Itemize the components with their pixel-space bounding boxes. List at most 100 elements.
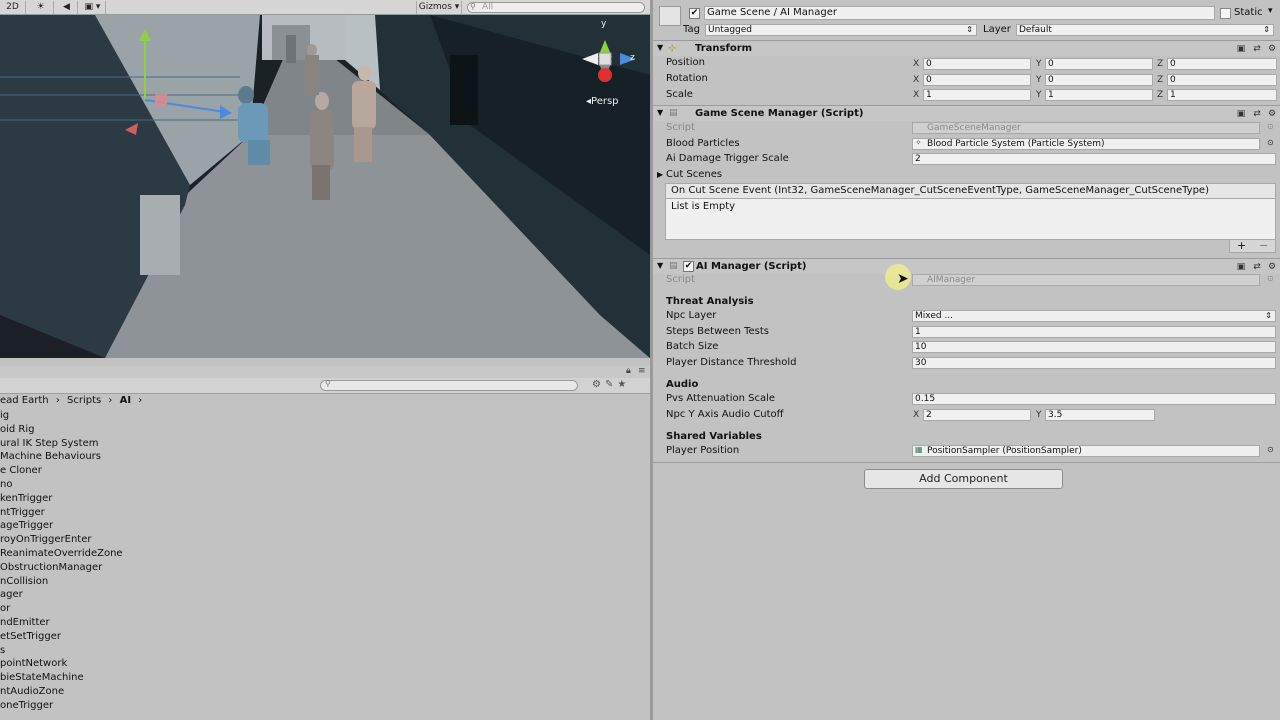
panel-menu-icon[interactable]: ≡ [638,366,646,376]
project-search-input[interactable]: ⚲ [320,379,578,391]
projection-label[interactable]: ◂Persp [586,96,619,107]
event-list-empty: List is Empty [665,199,1276,240]
preset-icon[interactable]: ⇄ [1252,44,1262,54]
scale-z-field[interactable]: 1 [1167,89,1277,101]
axis-x-label: X [913,59,920,69]
list-item[interactable]: bieStateMachine [0,671,650,685]
list-item[interactable]: ndEmitter [0,616,650,630]
steps-field[interactable]: 1 [912,326,1276,338]
cutoff-x-field[interactable]: 2 [923,409,1031,421]
lighting-toggle-icon[interactable]: ☀ [28,1,54,14]
rotation-x-field[interactable]: 0 [923,74,1031,86]
blood-particles-field[interactable]: Blood Particle System (Particle System) [912,138,1260,150]
breadcrumb-item[interactable]: ead Earth [0,395,49,406]
preset-icon[interactable]: ⇄ [1252,262,1262,272]
gizmos-dropdown[interactable]: Gizmos ▾ [416,1,462,14]
scale-x-field[interactable]: 1 [923,89,1031,101]
rotation-z-field[interactable]: 0 [1167,74,1277,86]
2d-toggle-button[interactable]: 2D [0,1,26,14]
list-item[interactable]: e Cloner [0,464,650,478]
transform-header[interactable]: ▼ ⊹ Transform ▣ ⇄ ⚙ [653,40,1280,56]
effects-dropdown-icon[interactable]: ▣ ▾ [80,1,106,14]
foldout-arrow-icon[interactable]: ▼ [657,108,663,117]
breadcrumb-item[interactable]: Scripts [67,395,101,406]
list-item[interactable]: oneTrigger [0,699,650,713]
list-item[interactable]: ager [0,588,650,602]
enabled-checkbox[interactable]: ✔ [683,261,694,272]
list-item[interactable]: ig [0,409,650,423]
audio-toggle-icon[interactable]: ◀ [56,1,78,14]
list-item[interactable]: s [0,644,650,658]
blood-particles-label: Blood Particles [666,138,740,149]
tag-dropdown[interactable]: Untagged ⇕ [705,24,977,36]
object-picker-icon[interactable]: ⊙ [1267,138,1274,147]
help-icon[interactable]: ▣ [1236,109,1246,119]
script-label: Script [666,122,696,133]
list-item[interactable]: no [0,478,650,492]
scale-y-field[interactable]: 1 [1045,89,1153,101]
object-picker-icon: ⊙ [1267,122,1274,131]
static-checkbox[interactable] [1220,8,1231,19]
layer-dropdown[interactable]: Default ⇕ [1016,24,1274,36]
help-icon[interactable]: ▣ [1236,262,1246,272]
object-picker-icon[interactable]: ⊙ [1267,445,1274,454]
gear-icon[interactable]: ⚙ [1267,44,1277,54]
cut-scenes-foldout[interactable]: Cut Scenes [666,168,722,182]
ai-manager-header[interactable]: ▼ ▤ ✔ AI Manager (Script) ▣ ⇄ ⚙ [653,258,1280,274]
position-y-field[interactable]: 0 [1045,58,1153,70]
static-dropdown-icon[interactable]: ▾ [1268,6,1273,16]
help-icon[interactable]: ▣ [1236,44,1246,54]
list-item[interactable]: nCollision [0,575,650,589]
cutoff-y-field[interactable]: 3.5 [1045,409,1155,421]
mouse-cursor-icon: ➤ [897,271,909,287]
transform-icon: ⊹ [668,43,677,54]
npc-layer-dropdown[interactable]: Mixed ... ⇕ [912,310,1276,322]
preset-icon[interactable]: ⇄ [1252,109,1262,119]
active-checkbox[interactable]: ✔ [689,8,700,19]
filter-icons[interactable]: ⚙✎★ [592,379,646,392]
list-item[interactable]: ural IK Step System [0,437,650,451]
scene-search-input[interactable]: All [467,2,645,13]
list-item[interactable]: royOnTriggerEnter [0,533,650,547]
scene-toolbar: 2D ☀ ◀ ▣ ▾ Gizmos ▾ All ⚲ [0,0,650,15]
position-x-field[interactable]: 0 [923,58,1031,70]
list-item[interactable]: ObstructionManager [0,561,650,575]
distance-field[interactable]: 30 [912,357,1276,369]
add-component-button[interactable]: Add Component [864,469,1063,489]
list-item[interactable]: ageTrigger [0,519,650,533]
player-position-field[interactable]: PositionSampler (PositionSampler) [912,445,1260,457]
list-item[interactable]: ntTrigger [0,506,650,520]
static-label: Static [1234,7,1263,18]
add-item-button[interactable]: + [1237,239,1246,252]
damage-scale-field[interactable]: 2 [912,153,1276,165]
game-scene-manager-title: Game Scene Manager (Script) [695,108,864,119]
pvs-label: Pvs Attenuation Scale [666,393,776,404]
list-item[interactable]: pointNetwork [0,657,650,671]
foldout-arrow-icon[interactable]: ▼ [657,43,663,52]
player-position-label: Player Position [666,445,740,456]
game-scene-manager-header[interactable]: ▼ ▤ Game Scene Manager (Script) ▣ ⇄ ⚙ [653,105,1280,121]
search-icon: ⚲ [325,379,331,388]
list-item[interactable]: Machine Behaviours [0,450,650,464]
foldout-arrow-icon[interactable]: ▶ [657,170,663,179]
position-z-field[interactable]: 0 [1167,58,1277,70]
object-name-input[interactable]: Game Scene / AI Manager [704,6,1215,20]
batch-size-field[interactable]: 10 [912,341,1276,353]
pvs-field[interactable]: 0.15 [912,393,1276,405]
tag-label: Tag [683,24,700,35]
breadcrumb-item[interactable]: AI [120,395,131,406]
gear-icon[interactable]: ⚙ [1267,109,1277,119]
list-item[interactable]: or [0,602,650,616]
rotation-y-field[interactable]: 0 [1045,74,1153,86]
list-item[interactable]: ReanimateOverrideZone [0,547,650,561]
gear-icon[interactable]: ⚙ [1267,262,1277,272]
remove-item-button[interactable]: − [1259,239,1268,252]
list-item[interactable]: ntAudioZone [0,685,650,699]
lock-icon[interactable]: 🔒︎ [626,366,631,376]
list-item[interactable]: oid Rig [0,423,650,437]
list-item[interactable]: kenTrigger [0,492,650,506]
scene-view[interactable]: y z ◂Persp [0,15,650,358]
foldout-arrow-icon[interactable]: ▼ [657,261,663,270]
list-item[interactable]: etSetTrigger [0,630,650,644]
transform-title: Transform [695,43,753,54]
